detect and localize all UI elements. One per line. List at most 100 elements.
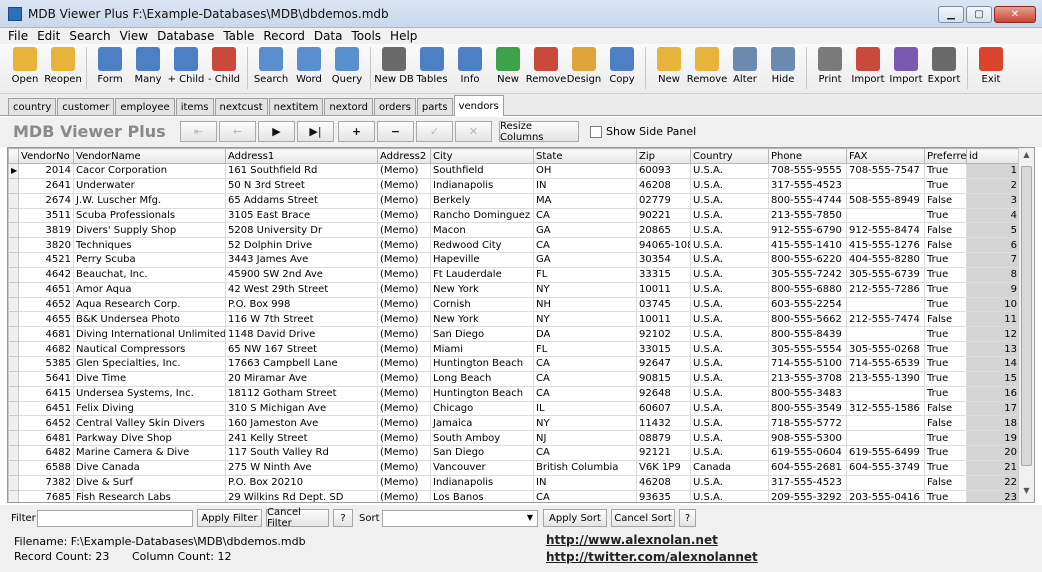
toolbar-export-button[interactable]: Export [925,47,963,93]
menu-tools[interactable]: Tools [351,29,381,43]
cell-id[interactable]: 7 [966,252,1020,268]
cell-vendorname[interactable]: Beauchat, Inc. [73,266,226,283]
show-side-panel-checkbox[interactable]: Show Side Panel [590,125,696,138]
cell-vendorno[interactable]: 2014 [18,163,74,179]
cell-address1[interactable]: 1148 David Drive [225,326,378,343]
cell-country[interactable]: U.S.A. [690,430,769,447]
cell-city[interactable]: Berkely [430,192,534,209]
delete-record-button[interactable]: − [377,121,414,142]
cell-preferred[interactable]: False [924,222,967,239]
cell-preferred[interactable]: False [924,237,967,254]
cell-id[interactable]: 2 [966,177,1020,194]
cell-state[interactable]: OH [533,163,637,179]
cell-zip[interactable]: 92648 [636,385,691,402]
cell-preferred[interactable]: True [924,252,967,268]
cell-zip[interactable]: 10011 [636,311,691,328]
cell-id[interactable]: 20 [966,445,1020,461]
cell-fax[interactable]: 415-555-1276 [846,237,925,254]
cell-zip[interactable]: 94065-1086 [636,237,691,254]
tab-country[interactable]: country [8,98,57,115]
table-row[interactable]: 6481 Parkway Dive Shop 241 Kelly Street (Me… [8,430,1020,447]
filter-input[interactable] [37,510,193,527]
menu-search[interactable]: Search [69,29,110,43]
cell-vendorno[interactable]: 2674 [18,192,74,209]
cell-country[interactable]: U.S.A. [690,163,769,179]
cell-vendorname[interactable]: Parkway Dive Shop [73,430,226,447]
cell-state[interactable]: CA [533,385,637,402]
menu-database[interactable]: Database [157,29,214,43]
cell-address1[interactable]: 310 S Michigan Ave [225,400,378,417]
column-header-country[interactable]: Country [690,148,769,164]
cell-vendorname[interactable]: Divers' Supply Shop [73,222,226,239]
cell-address1[interactable]: 3443 James Ave [225,252,378,268]
cell-phone[interactable]: 604-555-2681 [768,459,847,476]
toolbar-new-db-button[interactable]: New DB [374,47,414,93]
cell-country[interactable]: U.S.A. [690,445,769,461]
cell-city[interactable]: Huntington Beach [430,385,534,402]
cell-vendorno[interactable]: 4655 [18,311,74,328]
cell-fax[interactable]: 404-555-8280 [846,252,925,268]
row-indicator[interactable] [8,415,19,432]
cell-vendorno[interactable]: 6482 [18,445,74,461]
table-row[interactable]: 4681 Diving International Unlimited 1148 D… [8,326,1020,343]
cell-id[interactable]: 23 [966,489,1020,502]
cell-preferred[interactable]: True [924,445,967,461]
cell-id[interactable]: 22 [966,474,1020,491]
cell-id[interactable]: 10 [966,296,1020,313]
sort-help-button[interactable]: ? [679,509,696,527]
cell-country[interactable]: U.S.A. [690,266,769,283]
cell-address1[interactable]: P.O. Box 998 [225,296,378,313]
toolbar-folder-open-button[interactable]: Open [6,47,44,93]
cell-preferred[interactable]: True [924,207,967,224]
cell-vendorname[interactable]: Amor Aqua [73,281,226,298]
row-indicator[interactable] [8,400,19,417]
cell-address1[interactable]: 275 W Ninth Ave [225,459,378,476]
cell-fax[interactable]: 912-555-8474 [846,222,925,239]
cell-zip[interactable]: 30354 [636,252,691,268]
cell-preferred[interactable]: False [924,311,967,328]
cell-state[interactable]: CA [533,237,637,254]
cell-vendorno[interactable]: 3511 [18,207,74,224]
cell-address2[interactable]: (Memo) [377,385,431,402]
cell-zip[interactable]: 10011 [636,281,691,298]
cell-address2[interactable]: (Memo) [377,445,431,461]
toolbar-info-button[interactable]: Info [451,47,489,93]
cell-preferred[interactable]: True [924,341,967,357]
cell-id[interactable]: 6 [966,237,1020,254]
row-indicator[interactable] [8,370,19,387]
cell-state[interactable]: CA [533,370,637,387]
cell-vendorname[interactable]: Felix Diving [73,400,226,417]
cell-address1[interactable]: 160 Jameston Ave [225,415,378,432]
cell-state[interactable]: NJ [533,430,637,447]
last-record-button[interactable]: ▶| [297,121,334,142]
add-record-button[interactable]: + [338,121,375,142]
column-header-fax[interactable]: FAX [846,148,925,164]
column-header-address1[interactable]: Address1 [225,148,378,164]
close-button[interactable]: ✕ [994,6,1036,23]
cell-state[interactable]: NY [533,311,637,328]
cell-fax[interactable]: 212-555-7286 [846,281,925,298]
tab-employee[interactable]: employee [115,98,175,115]
twitter-link[interactable]: http://twitter.com/alexnolannet [546,550,758,564]
menu-edit[interactable]: Edit [37,29,60,43]
cell-vendorname[interactable]: Scuba Professionals [73,207,226,224]
toolbar-copy-button[interactable]: Copy [603,47,641,93]
cell-preferred[interactable]: True [924,430,967,447]
table-row[interactable]: 4652 Aqua Research Corp. P.O. Box 998 (Memo… [8,296,1020,313]
cell-vendorname[interactable]: Dive & Surf [73,474,226,491]
cell-vendorname[interactable]: Nautical Compressors [73,341,226,357]
toolbar-new-table-button[interactable]: New [489,47,527,93]
cell-address1[interactable]: 20 Miramar Ave [225,370,378,387]
cell-city[interactable]: New York [430,281,534,298]
cell-state[interactable]: FL [533,266,637,283]
cell-vendorname[interactable]: Fish Research Labs [73,489,226,502]
cell-zip[interactable]: 92647 [636,355,691,372]
cell-zip[interactable]: 60607 [636,400,691,417]
cell-phone[interactable]: 317-555-4523 [768,474,847,491]
cell-city[interactable]: Ft Lauderdale [430,266,534,283]
cell-vendorname[interactable]: Aqua Research Corp. [73,296,226,313]
cell-address1[interactable]: 18112 Gotham Street [225,385,378,402]
row-indicator[interactable] [8,222,19,239]
cell-country[interactable]: U.S.A. [690,474,769,491]
cancel-sort-button[interactable]: Cancel Sort [611,509,675,527]
